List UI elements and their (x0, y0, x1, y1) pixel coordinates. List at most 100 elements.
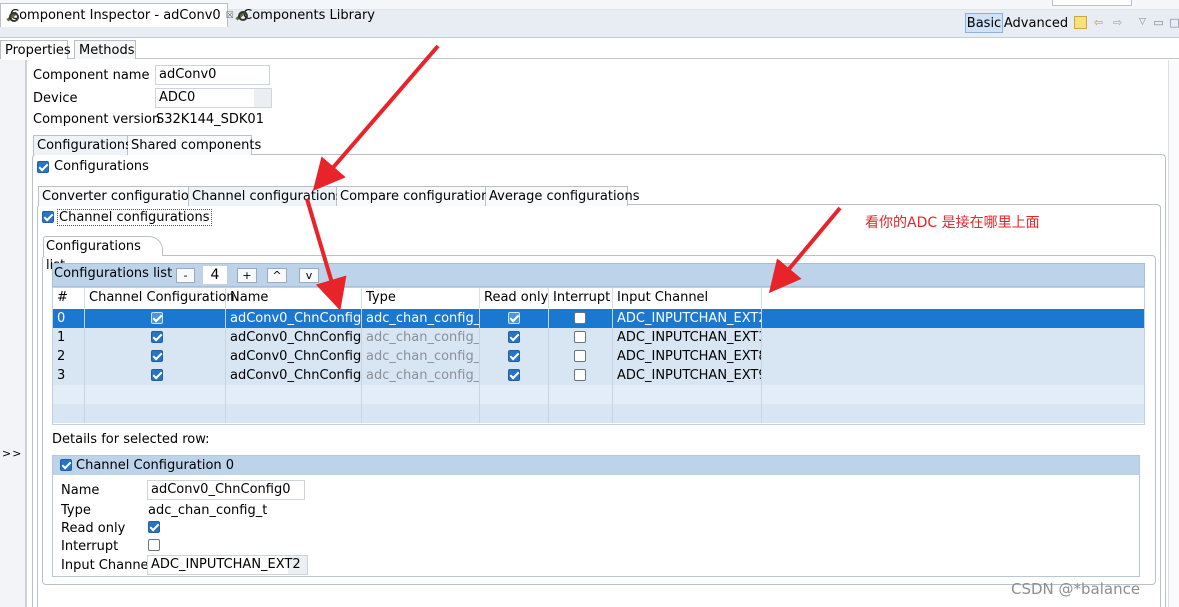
empty-cell (362, 385, 480, 404)
remove-row-button[interactable]: - (176, 268, 195, 283)
table-row[interactable]: 1 adConv0_ChnConfig1 adc_chan_config_t A… (53, 328, 1144, 347)
column-header-name[interactable]: Name (226, 288, 362, 308)
row-read-only-checkbox[interactable] (508, 350, 520, 362)
vertical-scrollbar[interactable] (1168, 60, 1179, 607)
maximize-icon[interactable]: □ (1168, 16, 1179, 29)
tab-properties[interactable]: Properties (0, 40, 71, 59)
column-header-channel-configuration[interactable]: Channel Configuration (85, 288, 235, 308)
row-input-channel[interactable]: ADC_INPUTCHAN_EXT2 (613, 309, 762, 328)
row-channel-config-checkbox[interactable] (151, 312, 163, 324)
row-interrupt-checkbox[interactable] (574, 331, 586, 343)
component-version-label: Component version (33, 112, 161, 127)
tab-shared-components[interactable]: Shared components (128, 135, 261, 155)
empty-cell (226, 385, 362, 404)
tab-converter-configurations[interactable]: Converter configurations (38, 186, 204, 206)
empty-cell (549, 385, 613, 404)
row-interrupt-cell (549, 366, 613, 385)
add-row-button[interactable]: + (237, 268, 257, 283)
row-input-channel[interactable]: ADC_INPUTCHAN_EXT9 (613, 366, 762, 385)
details-read-only-label: Read only (61, 521, 126, 536)
inner-tab-row: Converter configurations Channel configu… (38, 186, 640, 206)
move-row-up-button[interactable]: ^ (267, 268, 287, 283)
row-channel-config-checkbox[interactable] (151, 331, 163, 343)
back-arrow-icon[interactable]: ⇦ (1092, 16, 1105, 29)
row-input-channel[interactable]: ADC_INPUTCHAN_EXT8 (613, 347, 762, 366)
device-select[interactable]: ADC0 (155, 88, 272, 108)
top-search-field[interactable] (1052, 0, 1132, 6)
details-interrupt-label: Interrupt (61, 539, 119, 554)
move-row-down-button[interactable]: v (299, 268, 319, 283)
tab-configurations[interactable]: Configurations (33, 135, 132, 155)
row-read-only-cell (480, 309, 549, 328)
details-input-channel-select[interactable]: ADC_INPUTCHAN_EXT2 (147, 555, 308, 575)
row-name[interactable]: adConv0_ChnConfig2 (226, 347, 362, 366)
row-name[interactable]: adConv0_ChnConfig1 (226, 328, 362, 347)
details-read-only-checkbox[interactable] (148, 521, 160, 533)
configurations-table: # Channel Configuration Name Type Read o… (52, 287, 1145, 425)
row-interrupt-cell (549, 328, 613, 347)
row-interrupt-checkbox[interactable] (574, 350, 586, 362)
tab-components-library[interactable]: Components Library (230, 3, 380, 27)
tab-methods[interactable]: Methods (74, 40, 136, 59)
details-type-label: Type (61, 503, 91, 518)
new-file-icon[interactable] (1074, 16, 1087, 29)
row-interrupt-checkbox[interactable] (574, 369, 586, 381)
details-heading: Details for selected row: (52, 432, 210, 447)
tab-components-library-label: Components Library (243, 7, 375, 23)
channel-configuration-checkbox[interactable] (60, 459, 72, 471)
row-read-only-checkbox[interactable] (508, 331, 520, 343)
table-row[interactable]: 2 adConv0_ChnConfig2 adc_chan_config_t A… (53, 347, 1144, 366)
row-channel-config-cell (85, 309, 226, 328)
watermark: CSDN @*balance (1011, 580, 1141, 598)
empty-cell (53, 404, 85, 423)
tab-average-configurations[interactable]: Average configurations (486, 186, 640, 206)
details-name-label: Name (61, 483, 100, 498)
row-index: 0 (53, 309, 85, 328)
column-header-read-only[interactable]: Read only (480, 288, 549, 308)
expand-panel-button[interactable]: >> (2, 447, 22, 460)
minimize-icon[interactable]: ▭ (1152, 16, 1165, 29)
row-channel-config-cell (85, 347, 226, 366)
configurations-checkbox[interactable] (37, 161, 49, 173)
row-channel-config-checkbox[interactable] (151, 350, 163, 362)
row-read-only-checkbox[interactable] (508, 312, 520, 324)
tab-component-inspector-label: Component Inspector - adConv0 (10, 8, 221, 23)
row-type: adc_chan_config_t (362, 347, 480, 366)
row-interrupt-checkbox[interactable] (574, 312, 586, 324)
column-header-type[interactable]: Type (362, 288, 480, 308)
table-row[interactable]: 3 adConv0_ChnConfig3 adc_chan_config_t A… (53, 366, 1144, 385)
details-interrupt-checkbox[interactable] (148, 539, 160, 551)
annotation-text: 看你的ADC 是接在哪里上面 (865, 215, 1040, 231)
device-label: Device (33, 91, 78, 106)
row-channel-config-checkbox[interactable] (151, 369, 163, 381)
component-name-input[interactable]: adConv0 (155, 65, 270, 85)
row-read-only-cell (480, 366, 549, 385)
empty-cell (53, 385, 85, 404)
properties-tab-bar (0, 38, 1179, 59)
row-index: 2 (53, 347, 85, 366)
basic-mode-button[interactable]: Basic (965, 13, 1003, 33)
row-name[interactable]: adConv0_ChnConfig3 (226, 366, 362, 385)
row-read-only-checkbox[interactable] (508, 369, 520, 381)
column-header-index[interactable]: # (53, 288, 85, 308)
column-header-interrupt[interactable]: Interrupt (549, 288, 613, 308)
outer-tab-row: Configurations Shared components (33, 135, 261, 155)
tab-channel-configurations[interactable]: Channel configurations (189, 186, 343, 206)
tab-component-inspector[interactable]: Component Inspector - adConv0 ☒ (0, 3, 234, 27)
row-type: adc_chan_config_t (362, 309, 480, 328)
tab-compare-configurations[interactable]: Compare configurations (337, 186, 496, 206)
channel-configurations-checkbox[interactable] (42, 211, 54, 223)
row-count-field[interactable]: 4 (202, 265, 228, 285)
forward-arrow-icon[interactable]: ⇨ (1111, 16, 1124, 29)
details-name-input[interactable]: adConv0_ChnConfig0 (147, 480, 305, 500)
column-header-input-channel[interactable]: Input Channel (613, 288, 762, 308)
row-channel-config-cell (85, 328, 226, 347)
table-empty-row (53, 404, 1144, 423)
empty-cell (613, 385, 762, 404)
table-row[interactable]: 0 adConv0_ChnConfig0 adc_chan_config_t A… (53, 309, 1144, 328)
advanced-mode-button[interactable]: Advanced (1004, 13, 1068, 33)
row-name[interactable]: adConv0_ChnConfig0 (226, 309, 362, 328)
view-menu-icon[interactable]: ▽ (1136, 16, 1149, 29)
row-input-channel[interactable]: ADC_INPUTCHAN_EXT3 (613, 328, 762, 347)
tab-configurations-list[interactable]: Configurations list (43, 236, 163, 273)
